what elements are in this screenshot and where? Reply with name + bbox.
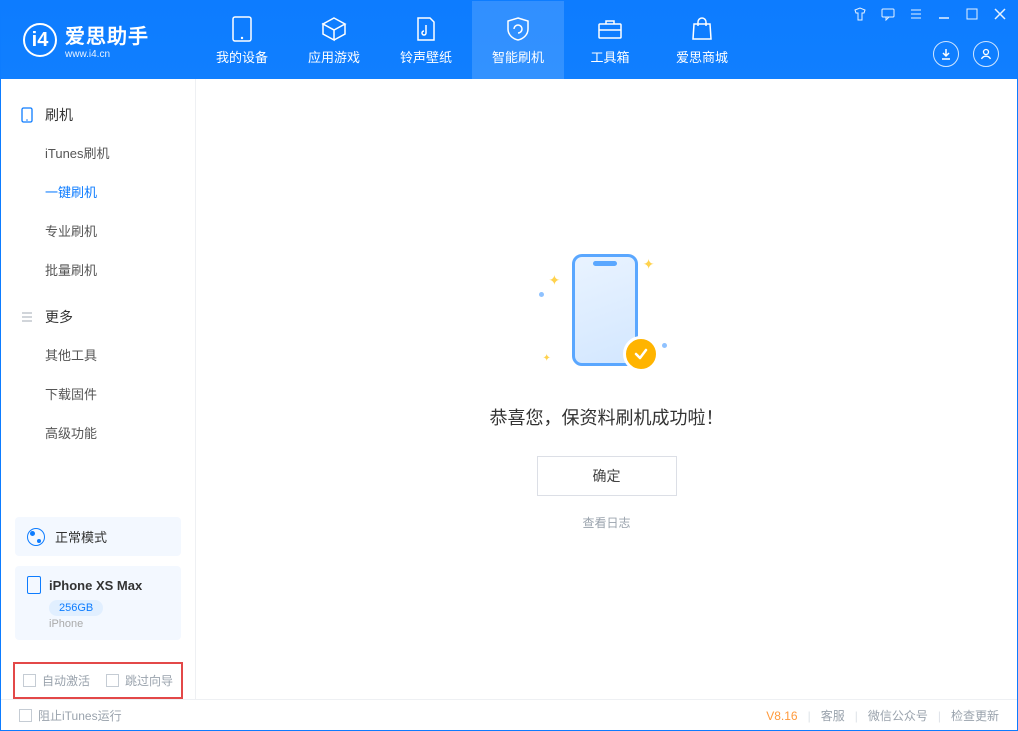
footer-link-wechat[interactable]: 微信公众号 [868, 707, 928, 724]
checkbox-icon [19, 709, 32, 722]
app-subtitle: www.i4.cn [65, 49, 149, 60]
main-content: ✦ ✦ ✦ 恭喜您，保资料刷机成功啦！ 确定 查看日志 [196, 79, 1017, 699]
sparkle-icon: ✦ [543, 353, 551, 364]
app-body: 刷机 iTunes刷机 一键刷机 专业刷机 批量刷机 更多 其他工具 下载固件 … [1, 79, 1017, 699]
tab-toolbox[interactable]: 工具箱 [564, 1, 656, 79]
tab-label: 智能刷机 [492, 47, 544, 66]
success-illustration: ✦ ✦ ✦ [537, 248, 677, 378]
sidebar-item-other-tools[interactable]: 其他工具 [1, 335, 195, 374]
download-button[interactable] [933, 41, 959, 67]
app-title: 爱思助手 [65, 20, 149, 49]
checkbox-auto-activate[interactable]: 自动激活 [23, 672, 90, 689]
tab-label: 爱思商城 [676, 47, 728, 66]
list-icon [19, 309, 35, 325]
sidebar-item-onekey-flash[interactable]: 一键刷机 [1, 172, 195, 211]
sidebar-item-batch-flash[interactable]: 批量刷机 [1, 250, 195, 289]
group-title: 刷机 [45, 105, 73, 125]
tab-label: 我的设备 [216, 47, 268, 66]
tab-ringtones[interactable]: 铃声壁纸 [380, 1, 472, 79]
checkbox-icon [106, 674, 119, 687]
logo-icon: i4 [23, 23, 57, 57]
sidebar-group-more: 更多 [1, 299, 195, 335]
mode-icon [27, 528, 45, 546]
chk-label: 跳过向导 [125, 672, 173, 689]
tab-store[interactable]: 爱思商城 [656, 1, 748, 79]
nav-tabs: 我的设备 应用游戏 铃声壁纸 智能刷机 工具箱 爱思商城 [196, 1, 748, 79]
sidebar-item-itunes-flash[interactable]: iTunes刷机 [1, 133, 195, 172]
footer-link-service[interactable]: 客服 [821, 707, 845, 724]
sidebar-group-flash: 刷机 [1, 97, 195, 133]
tab-flash[interactable]: 智能刷机 [472, 1, 564, 79]
cube-icon [320, 15, 348, 43]
sidebar-item-advanced[interactable]: 高级功能 [1, 413, 195, 452]
skin-icon[interactable] [853, 7, 867, 21]
header-right-actions [933, 41, 999, 67]
storage-badge: 256GB [49, 600, 103, 616]
sparkle-icon: ✦ [549, 272, 561, 289]
dot-icon [662, 343, 667, 348]
device-mode-box[interactable]: 正常模式 [15, 517, 181, 556]
briefcase-icon [596, 15, 624, 43]
device-name: iPhone XS Max [49, 578, 142, 593]
device-icon [228, 15, 256, 43]
options-highlight: 自动激活 跳过向导 [13, 662, 183, 699]
device-type: iPhone [49, 618, 169, 630]
sidebar-item-download-firmware[interactable]: 下载固件 [1, 374, 195, 413]
window-controls [853, 7, 1007, 21]
device-info-box[interactable]: iPhone XS Max 256GB iPhone [15, 566, 181, 640]
phone-small-icon [27, 576, 41, 594]
status-bar: 阻止iTunes运行 V8.16 | 客服 | 微信公众号 | 检查更新 [1, 699, 1017, 731]
check-badge-icon [623, 336, 659, 372]
close-icon[interactable] [993, 7, 1007, 21]
shield-refresh-icon [504, 15, 532, 43]
minimize-icon[interactable] [937, 7, 951, 21]
checkbox-skip-guide[interactable]: 跳过向导 [106, 672, 173, 689]
version-label: V8.16 [766, 709, 797, 723]
checkbox-block-itunes[interactable]: 阻止iTunes运行 [19, 707, 122, 724]
tab-label: 工具箱 [590, 47, 629, 66]
tab-my-device[interactable]: 我的设备 [196, 1, 288, 79]
tab-label: 应用游戏 [308, 47, 360, 66]
tab-label: 铃声壁纸 [400, 47, 452, 66]
success-message: 恭喜您，保资料刷机成功啦！ [490, 404, 724, 430]
logo-area: i4 爱思助手 www.i4.cn [1, 20, 196, 60]
user-button[interactable] [973, 41, 999, 67]
dot-icon [539, 292, 544, 297]
menu-icon[interactable] [909, 7, 923, 21]
sidebar-item-pro-flash[interactable]: 专业刷机 [1, 211, 195, 250]
sparkle-icon: ✦ [643, 256, 655, 273]
app-header: i4 爱思助手 www.i4.cn 我的设备 应用游戏 铃声壁纸 智能刷机 工具… [1, 1, 1017, 79]
view-log-link[interactable]: 查看日志 [582, 514, 630, 531]
checkbox-icon [23, 674, 36, 687]
music-file-icon [412, 15, 440, 43]
feedback-icon[interactable] [881, 7, 895, 21]
mode-label: 正常模式 [55, 527, 107, 546]
ok-button[interactable]: 确定 [537, 456, 677, 496]
group-title: 更多 [45, 307, 73, 327]
chk-label: 阻止iTunes运行 [38, 707, 122, 724]
footer-link-update[interactable]: 检查更新 [951, 707, 999, 724]
tab-apps[interactable]: 应用游戏 [288, 1, 380, 79]
chk-label: 自动激活 [42, 672, 90, 689]
maximize-icon[interactable] [965, 7, 979, 21]
phone-icon [19, 107, 35, 123]
sidebar: 刷机 iTunes刷机 一键刷机 专业刷机 批量刷机 更多 其他工具 下载固件 … [1, 79, 196, 699]
bag-icon [688, 15, 716, 43]
